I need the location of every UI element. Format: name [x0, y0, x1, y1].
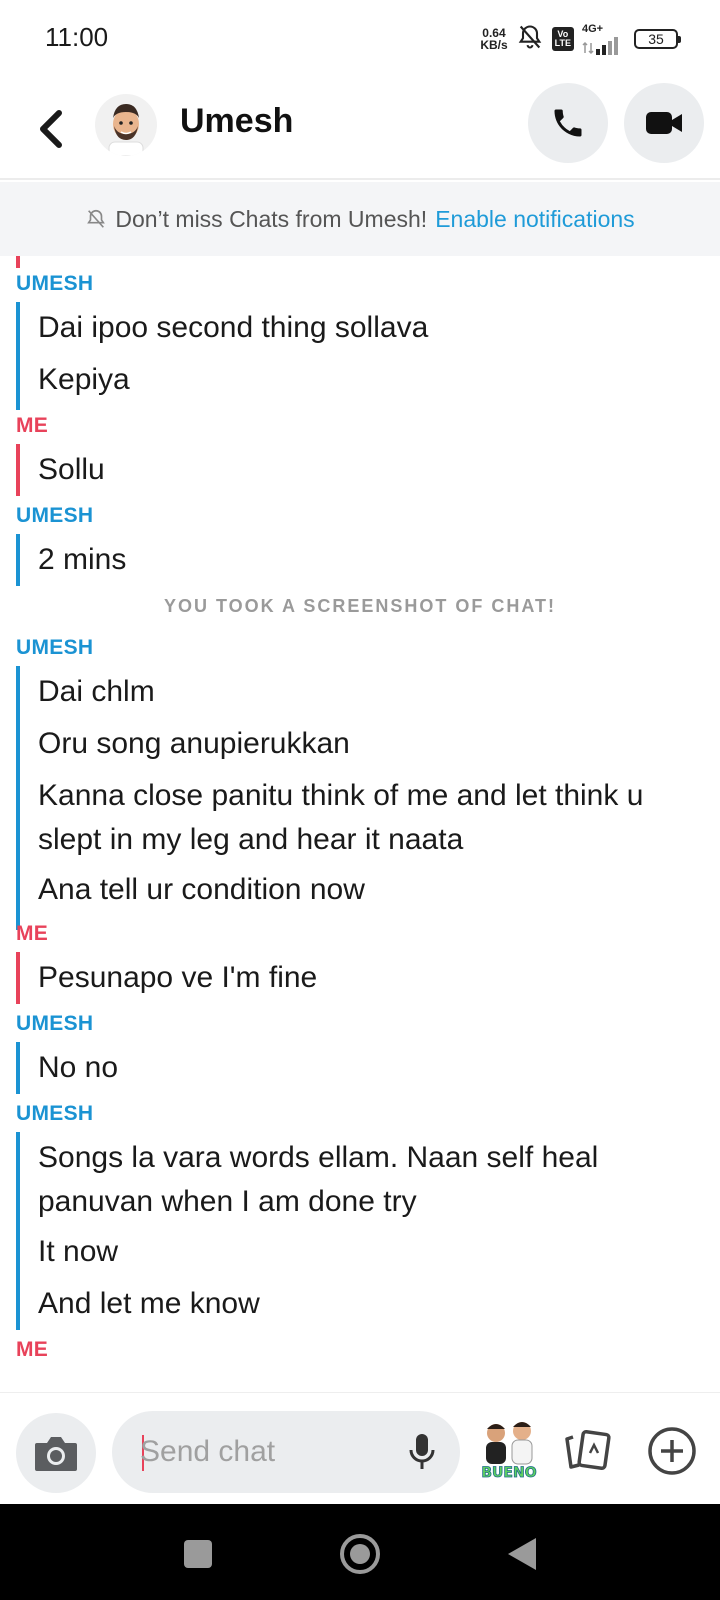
system-nav-bar	[0, 1504, 720, 1600]
sender-label-me: ME	[16, 414, 49, 437]
video-call-button[interactable]	[624, 83, 704, 163]
cards-button[interactable]	[560, 1423, 616, 1479]
circle-icon	[340, 1534, 380, 1574]
send-chat-field[interactable]	[140, 1411, 380, 1493]
chat-message[interactable]: Kepiya	[38, 358, 698, 402]
bitmoji-sticker-icon: BUENO	[481, 1422, 537, 1481]
message-group-bar	[16, 666, 20, 930]
chat-header: Umesh	[0, 78, 720, 180]
chat-message[interactable]: 2 mins	[38, 538, 698, 582]
network-speed: 0.64 KB/s	[480, 26, 508, 52]
cards-icon	[565, 1429, 611, 1471]
microphone-icon	[409, 1434, 435, 1469]
recents-button[interactable]	[176, 1532, 220, 1576]
chat-message[interactable]: No no	[38, 1046, 698, 1090]
status-icons: 0.64 KB/s Vo LTE 4G+ 35	[480, 22, 681, 56]
chat-message[interactable]: Songs la vara words ellam. Naan self hea…	[38, 1136, 698, 1224]
phone-icon	[554, 109, 582, 137]
status-bar: 11:00 0.64 KB/s Vo LTE 4G+ 35	[0, 0, 720, 78]
battery-icon: 35	[634, 29, 681, 49]
message-group-bar	[16, 302, 20, 410]
triangle-back-icon	[508, 1538, 536, 1570]
home-button[interactable]	[338, 1532, 382, 1576]
message-group-bar	[16, 534, 20, 586]
chat-message[interactable]: And let me know	[38, 1282, 698, 1326]
contact-name[interactable]: Umesh	[180, 102, 293, 141]
message-group-bar	[16, 1132, 20, 1330]
message-group-bar	[16, 952, 20, 1004]
chat-messages[interactable]: UMESH Dai ipoo second thing sollava Kepi…	[0, 256, 720, 1392]
sender-label-umesh: UMESH	[16, 1012, 94, 1035]
chat-input-bar: BUENO	[0, 1392, 720, 1504]
sender-label-me: ME	[16, 922, 49, 945]
chat-message[interactable]: Dai ipoo second thing sollava	[38, 306, 698, 350]
back-button[interactable]	[30, 106, 70, 152]
voice-call-button[interactable]	[528, 83, 608, 163]
sender-label-umesh: UMESH	[16, 504, 94, 527]
chat-message[interactable]: Kanna close panitu think of me and let t…	[38, 774, 698, 862]
microphone-button[interactable]	[400, 1429, 444, 1475]
sender-label-umesh: UMESH	[16, 272, 94, 295]
square-icon	[184, 1540, 212, 1568]
sender-label-umesh: UMESH	[16, 636, 94, 659]
signal-icon: 4G+	[582, 23, 626, 55]
camera-icon	[35, 1437, 77, 1471]
chat-message[interactable]: Dai chlm	[38, 670, 698, 714]
chat-message[interactable]: Pesunapo ve I'm fine	[38, 956, 698, 1000]
message-group-bar	[16, 1042, 20, 1094]
enable-notifications-link[interactable]: Enable notifications	[435, 206, 634, 233]
chat-input[interactable]	[112, 1411, 460, 1493]
bitmoji-sticker-text: BUENO	[481, 1465, 536, 1481]
sender-label-me: ME	[16, 1338, 49, 1361]
bitmoji-avatar-icon	[108, 104, 144, 156]
screenshot-notice: YOU TOOK A SCREENSHOT OF CHAT!	[163, 596, 556, 616]
chat-message[interactable]: Oru song anupierukkan	[38, 722, 698, 766]
add-button[interactable]	[644, 1423, 700, 1479]
mute-bell-icon	[516, 23, 544, 56]
message-group-bar	[16, 444, 20, 496]
chevron-left-icon	[40, 110, 62, 148]
chat-message[interactable]: Sollu	[38, 448, 698, 492]
chat-message[interactable]: It now	[38, 1230, 698, 1274]
back-nav-button[interactable]	[500, 1532, 544, 1576]
sender-label-umesh: UMESH	[16, 1102, 94, 1125]
chat-message[interactable]: Ana tell ur condition now	[38, 868, 698, 912]
volte-icon: Vo LTE	[551, 27, 574, 51]
notification-off-icon	[87, 209, 106, 228]
status-time: 11:00	[45, 22, 109, 52]
bitmoji-sticker-button[interactable]: BUENO	[474, 1415, 544, 1483]
notification-text: Don’t miss Chats from Umesh!	[115, 205, 428, 232]
camera-button[interactable]	[16, 1413, 96, 1493]
notification-banner: Don’t miss Chats from Umesh! Enable noti…	[0, 182, 720, 256]
plus-circle-icon	[648, 1427, 696, 1475]
video-camera-icon	[646, 112, 682, 134]
avatar[interactable]	[95, 94, 157, 156]
message-group-bar	[16, 256, 20, 268]
